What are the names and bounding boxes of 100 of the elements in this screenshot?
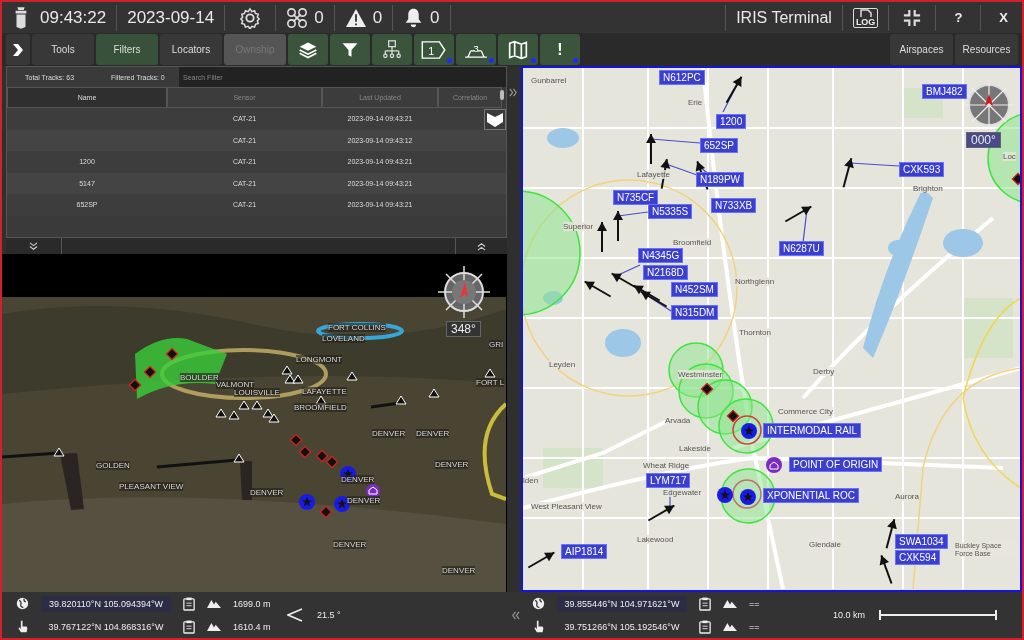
expand-button[interactable] bbox=[484, 109, 506, 130]
collapse-right-icon[interactable] bbox=[509, 88, 519, 97]
track-label[interactable]: N735CF bbox=[612, 190, 659, 205]
track-diamond-icon[interactable] bbox=[315, 449, 329, 463]
collapse-left-icon[interactable] bbox=[510, 610, 520, 620]
aircraft-icon[interactable] bbox=[645, 133, 656, 165]
hierarchy-button[interactable] bbox=[372, 34, 412, 65]
track-label[interactable]: CXK593 bbox=[898, 162, 945, 177]
scrollbar-thumb[interactable] bbox=[500, 90, 504, 100]
leader-line bbox=[617, 211, 649, 217]
lake bbox=[542, 291, 563, 305]
globe-icon bbox=[532, 597, 545, 610]
track-label[interactable]: CXK594 bbox=[894, 550, 941, 565]
alert-count: 0 bbox=[430, 7, 440, 28]
aircraft-icon[interactable] bbox=[527, 551, 556, 569]
track-label[interactable]: SWA1034 bbox=[894, 534, 948, 549]
track-label[interactable]: LYM717 bbox=[645, 473, 691, 488]
track-label[interactable]: N612PC bbox=[658, 70, 705, 85]
heading-readout: 000° bbox=[965, 132, 1001, 148]
scale-bar-icon bbox=[879, 610, 997, 620]
track-label[interactable]: N733XB bbox=[710, 198, 757, 213]
track-label[interactable]: N2168D bbox=[642, 265, 688, 280]
clipboard-icon[interactable] bbox=[183, 596, 195, 611]
layers-button[interactable] bbox=[288, 34, 328, 65]
aircraft-icon[interactable] bbox=[647, 504, 676, 522]
panel-toggle-button[interactable] bbox=[6, 34, 30, 65]
compass-icon[interactable] bbox=[437, 265, 491, 319]
clock-time: 09:43:22 bbox=[40, 7, 107, 28]
drone-icon bbox=[286, 6, 309, 29]
coordinates-readout: 39.751266°N 105.192546°W bbox=[563, 620, 681, 634]
coordinates-readout: 39.820110°N 105.094394°W bbox=[41, 595, 171, 612]
log-button[interactable]: LOG bbox=[852, 7, 879, 28]
aircraft-icon[interactable] bbox=[639, 290, 668, 308]
aircraft-icon[interactable] bbox=[879, 554, 893, 585]
altitude-button[interactable]: 3 bbox=[456, 34, 496, 65]
tag-button[interactable]: 1 bbox=[414, 34, 454, 65]
place-label: Loc bbox=[1002, 152, 1016, 161]
lake bbox=[604, 329, 641, 357]
star-marker-icon[interactable] bbox=[739, 489, 756, 505]
filter-icon bbox=[341, 40, 359, 59]
filter-button[interactable] bbox=[330, 34, 370, 65]
heading-readout: 348° bbox=[446, 321, 481, 337]
track-diamond-icon[interactable] bbox=[128, 378, 142, 392]
track-diamond-icon[interactable] bbox=[165, 347, 179, 361]
toolbar-tab[interactable]: Tools bbox=[32, 34, 94, 65]
track-label[interactable]: 1200 bbox=[715, 114, 747, 129]
track-label[interactable]: 652SP bbox=[699, 138, 738, 153]
aircraft-icon[interactable] bbox=[612, 210, 623, 242]
track-label[interactable]: N315DM bbox=[670, 305, 719, 320]
aircraft-icon[interactable] bbox=[784, 205, 813, 223]
warning-count: 0 bbox=[372, 7, 383, 28]
track-diamond-icon[interactable] bbox=[143, 365, 157, 379]
clipboard-icon[interactable] bbox=[699, 596, 711, 611]
coverage-circle bbox=[697, 379, 753, 435]
aircraft-icon[interactable] bbox=[596, 221, 607, 253]
track-label[interactable]: N5335S bbox=[647, 204, 693, 219]
track-label[interactable]: N452SM bbox=[670, 282, 718, 297]
track-label[interactable]: N189PW bbox=[695, 172, 744, 187]
toolbar-tab[interactable]: Resources bbox=[955, 34, 1018, 65]
toolbar-tab[interactable]: Airspaces bbox=[890, 34, 953, 65]
track-diamond-icon[interactable] bbox=[319, 505, 333, 519]
aircraft-icon[interactable] bbox=[632, 284, 661, 302]
track-label[interactable]: POINT OF ORIGIN bbox=[788, 457, 883, 472]
track-label[interactable]: N4345G bbox=[637, 248, 684, 263]
track-label[interactable]: N6287U bbox=[778, 241, 824, 256]
home-marker-icon[interactable] bbox=[366, 484, 380, 498]
close-button[interactable]: X bbox=[991, 10, 1016, 25]
toolbar-tab[interactable]: Filters bbox=[96, 34, 158, 65]
clipboard-icon[interactable] bbox=[699, 619, 711, 634]
track-diamond-icon[interactable] bbox=[726, 409, 740, 423]
aircraft-icon[interactable] bbox=[885, 518, 897, 550]
help-button[interactable]: ? bbox=[946, 10, 971, 25]
aircraft-icon[interactable] bbox=[583, 280, 612, 298]
track-label[interactable]: AIP1814 bbox=[560, 544, 608, 559]
track-diamond-icon[interactable] bbox=[325, 455, 339, 469]
map-icon bbox=[508, 39, 528, 60]
place-label: West Pleasant View bbox=[530, 502, 602, 511]
track-label[interactable]: XPONENTIAL ROC bbox=[762, 488, 859, 503]
map-scale-label: 10.0 km bbox=[833, 610, 865, 620]
track-diamond-icon[interactable] bbox=[298, 445, 312, 459]
place-label: FORT L bbox=[476, 378, 505, 387]
aircraft-icon[interactable] bbox=[725, 75, 743, 104]
compress-icon bbox=[903, 8, 922, 27]
star-marker-icon[interactable] bbox=[299, 494, 315, 510]
place-label: Brighton bbox=[912, 184, 943, 193]
map-button[interactable] bbox=[498, 34, 538, 65]
star-marker-icon[interactable] bbox=[716, 487, 733, 503]
track-label[interactable]: INTERMODAL RAIL bbox=[762, 423, 862, 438]
track-diamond-icon[interactable] bbox=[289, 433, 303, 447]
track-label[interactable]: BMJ482 bbox=[921, 84, 967, 99]
star-marker-icon[interactable] bbox=[740, 423, 757, 439]
track-diamond-icon[interactable] bbox=[1011, 172, 1020, 186]
home-marker-icon[interactable] bbox=[765, 457, 782, 473]
hand-pointer-icon bbox=[532, 620, 545, 633]
track-diamond-icon[interactable] bbox=[700, 382, 714, 396]
toolbar-tab[interactable]: Locators bbox=[160, 34, 222, 65]
aircraft-icon[interactable] bbox=[842, 157, 854, 189]
lake bbox=[942, 229, 983, 257]
clipboard-icon[interactable] bbox=[183, 619, 195, 634]
alert-button[interactable]: ! bbox=[540, 34, 580, 65]
